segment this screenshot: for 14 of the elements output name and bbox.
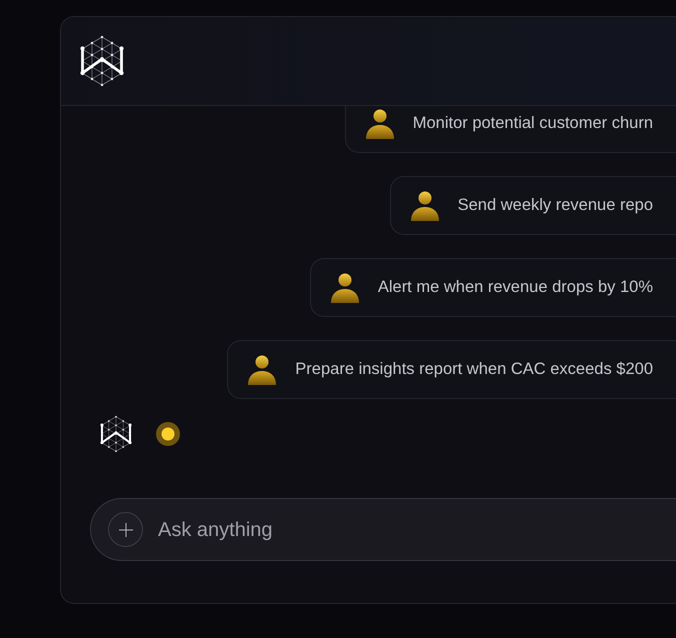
message-text: Alert me when revenue drops by 10% bbox=[378, 277, 653, 298]
user-icon bbox=[364, 108, 395, 138]
message-text: Monitor potential customer churn bbox=[412, 113, 653, 134]
message-text: Prepare insights report when CAC exceeds $200 bbox=[295, 359, 653, 380]
user-icon bbox=[330, 272, 360, 302]
plus-icon bbox=[118, 522, 132, 536]
add-button[interactable] bbox=[108, 512, 143, 547]
message-text: Send weekly revenue repo bbox=[458, 195, 653, 216]
message-input-field[interactable]: Ask anything bbox=[90, 498, 676, 561]
user-icon bbox=[410, 190, 440, 220]
user-icon bbox=[247, 354, 278, 384]
logo-icon bbox=[100, 416, 132, 452]
logo-icon bbox=[80, 36, 124, 86]
message-input[interactable]: Ask anything bbox=[158, 514, 676, 544]
